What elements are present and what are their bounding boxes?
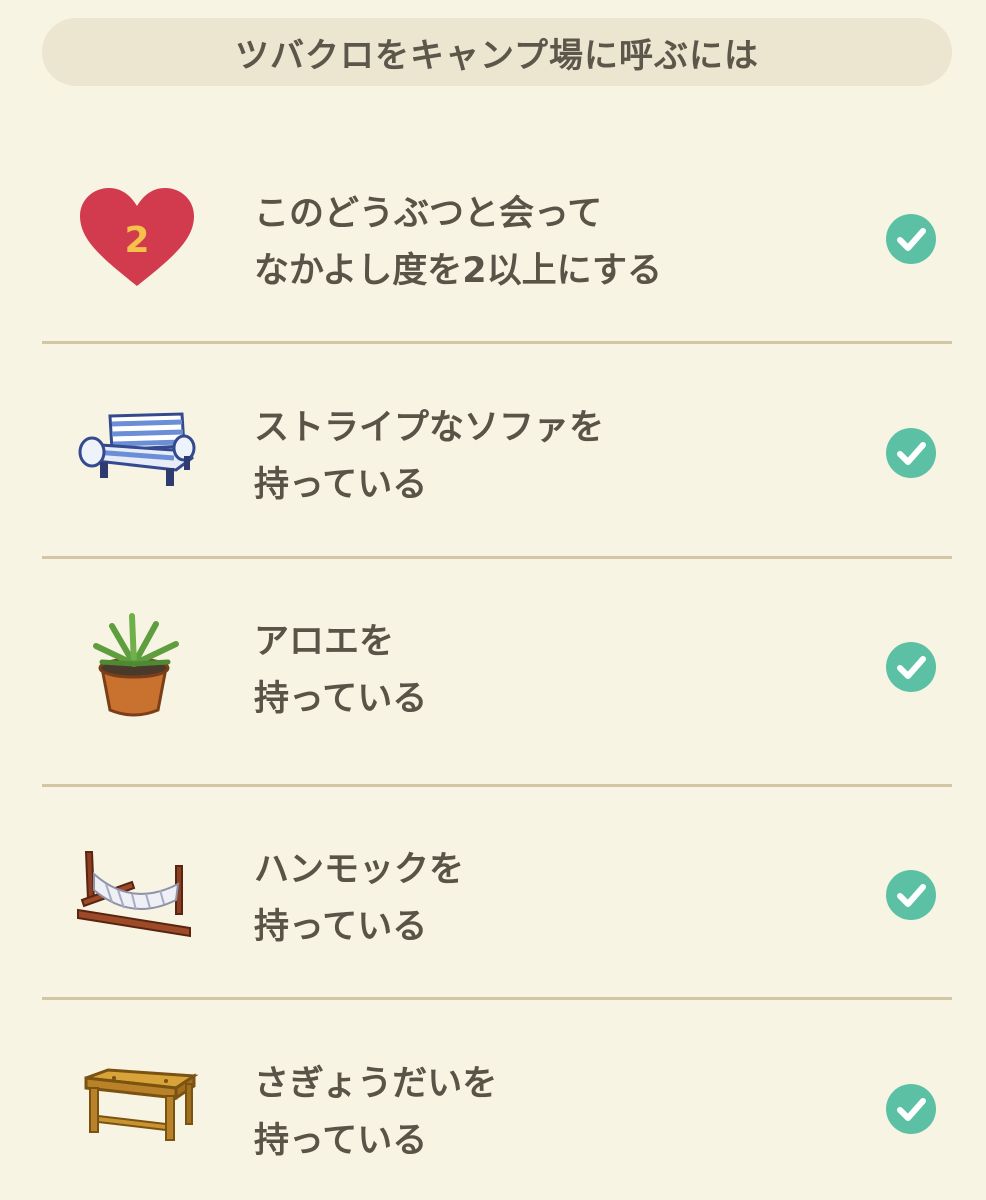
- row-divider: [42, 556, 952, 559]
- requirement-line-2: 持っている: [254, 465, 428, 505]
- row-divider: [42, 341, 952, 344]
- check-icon: [886, 870, 936, 920]
- hammock-icon: [72, 838, 202, 958]
- requirement-line-1: アロエを: [254, 622, 395, 662]
- requirement-text: ストライプなソファを 持っている: [254, 400, 604, 514]
- requirement-text: さぎょうだいを 持っている: [254, 1056, 497, 1170]
- check-icon: [886, 214, 936, 264]
- requirement-line-2: 持っている: [254, 907, 428, 947]
- workbench-icon: [72, 1050, 202, 1170]
- heart-level-icon: 2: [72, 178, 202, 298]
- requirement-text: このどうぶつと会って なかよし度を2以上にする: [254, 186, 662, 300]
- requirement-text: ハンモックを 持っている: [254, 842, 464, 956]
- row-divider: [42, 997, 952, 1000]
- striped-sofa-icon: [72, 394, 202, 514]
- aloe-plant-icon: [72, 606, 202, 726]
- requirement-line-2: 持っている: [254, 679, 428, 719]
- row-divider: [42, 784, 952, 787]
- requirement-line-2: 持っている: [254, 1121, 428, 1161]
- requirement-line-1: ハンモックを: [254, 850, 465, 890]
- requirement-text: アロエを 持っている: [254, 614, 427, 728]
- requirement-line-2: なかよし度を2以上にする: [254, 251, 662, 291]
- page-title: ツバクロをキャンプ場に呼ぶには: [235, 35, 759, 76]
- check-icon: [886, 1084, 936, 1134]
- check-icon: [886, 642, 936, 692]
- requirement-line-1: このどうぶつと会って: [254, 194, 603, 234]
- check-icon: [886, 428, 936, 478]
- page-header: ツバクロをキャンプ場に呼ぶには: [42, 18, 952, 86]
- requirement-line-1: ストライプなソファを: [254, 408, 605, 448]
- heart-level-number: 2: [124, 220, 149, 261]
- requirement-line-1: さぎょうだいを: [254, 1064, 498, 1104]
